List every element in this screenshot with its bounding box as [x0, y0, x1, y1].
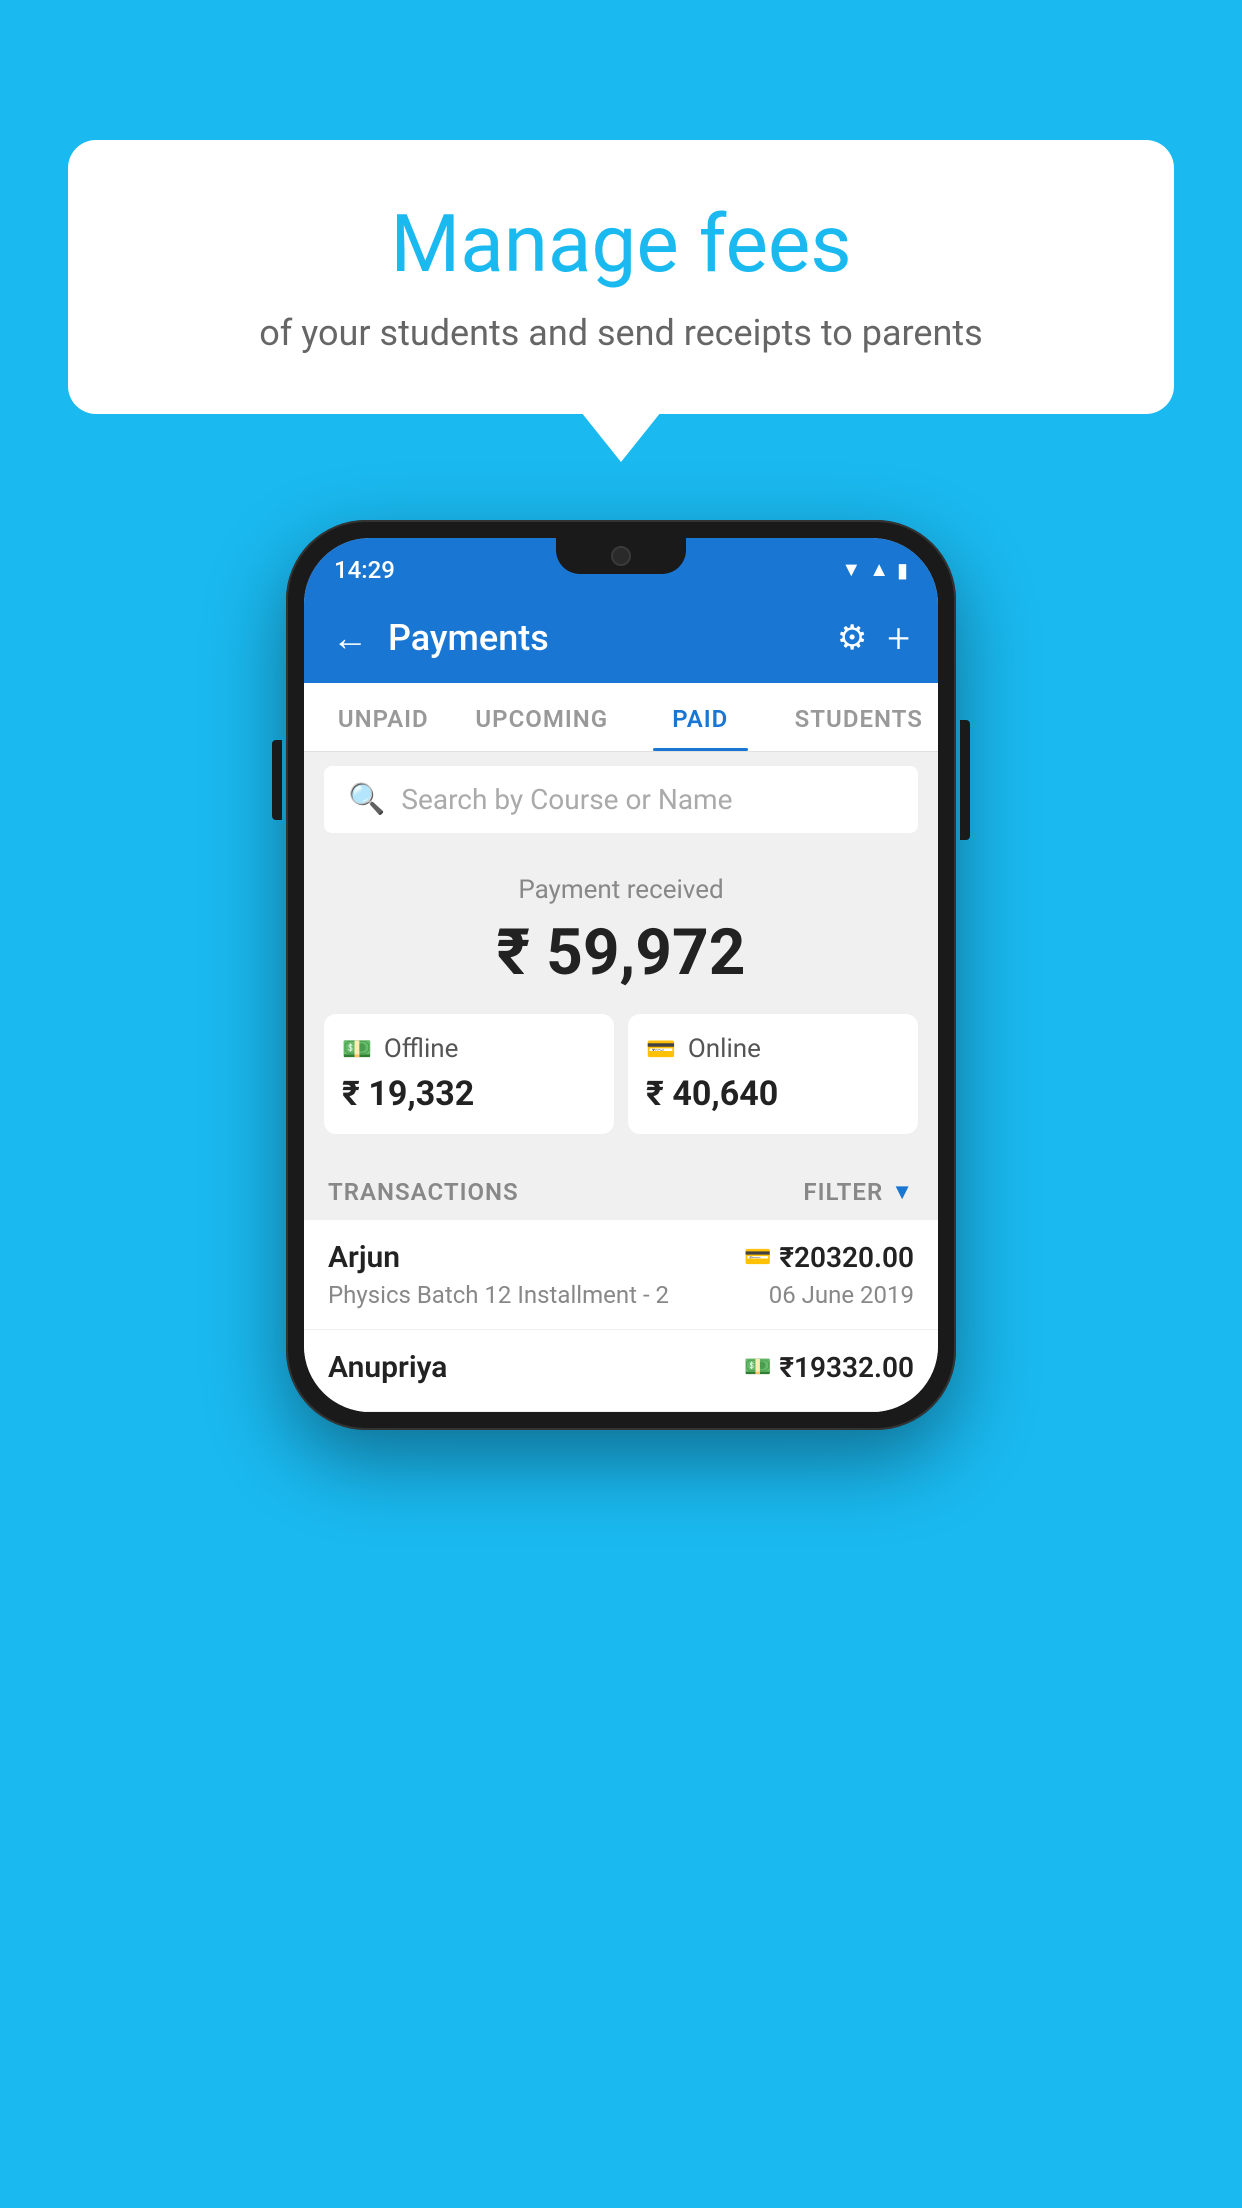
back-button[interactable]: ← [332, 617, 368, 659]
transactions-header: TRANSACTIONS FILTER ▼ [304, 1158, 938, 1220]
phone-mockup: 14:29 ▼ ▲ ▮ ← Payments ⚙ + UNPAID [286, 520, 956, 1430]
transaction-row-top: Arjun 💳 ₹20320.00 [328, 1240, 914, 1275]
payment-total-amount: ₹ 59,972 [324, 915, 918, 990]
transaction-date: 06 June 2019 [769, 1281, 914, 1309]
add-button[interactable]: + [887, 615, 910, 662]
signal-icon: ▲ [869, 557, 889, 582]
online-label: Online [688, 1034, 761, 1064]
offline-amount: ₹ 19,332 [342, 1074, 596, 1114]
payment-received-label: Payment received [324, 875, 918, 905]
transaction-amount: 💵 ₹19332.00 [744, 1351, 914, 1384]
payment-cards: 💵 Offline ₹ 19,332 💳 Online ₹ 40,640 [324, 1014, 918, 1134]
transaction-amount: 💳 ₹20320.00 [744, 1241, 914, 1274]
header-title: Payments [388, 617, 817, 659]
transactions-label: TRANSACTIONS [328, 1178, 519, 1206]
tab-upcoming[interactable]: UPCOMING [463, 683, 622, 751]
search-box[interactable]: 🔍 Search by Course or Name [324, 766, 918, 833]
online-card: 💳 Online ₹ 40,640 [628, 1014, 918, 1134]
transaction-row[interactable]: Arjun 💳 ₹20320.00 Physics Batch 12 Insta… [304, 1220, 938, 1330]
online-card-header: 💳 Online [646, 1034, 900, 1064]
phone-screen: 14:29 ▼ ▲ ▮ ← Payments ⚙ + UNPAID [304, 538, 938, 1412]
offline-label: Offline [384, 1034, 459, 1064]
offline-card: 💵 Offline ₹ 19,332 [324, 1014, 614, 1134]
settings-button[interactable]: ⚙ [837, 618, 867, 658]
transaction-name: Arjun [328, 1240, 400, 1275]
bubble-title: Manage fees [128, 200, 1114, 288]
search-section: 🔍 Search by Course or Name [304, 752, 938, 847]
cash-payment-icon: 💵 [744, 1355, 771, 1380]
online-amount: ₹ 40,640 [646, 1074, 900, 1114]
transaction-course: Physics Batch 12 Installment - 2 [328, 1281, 669, 1309]
search-input[interactable]: Search by Course or Name [401, 783, 732, 816]
speech-bubble: Manage fees of your students and send re… [68, 140, 1174, 414]
tab-unpaid[interactable]: UNPAID [304, 683, 463, 751]
card-payment-icon: 💳 [744, 1245, 771, 1270]
transaction-row-top: Anupriya 💵 ₹19332.00 [328, 1350, 914, 1385]
transaction-row[interactable]: Anupriya 💵 ₹19332.00 [304, 1330, 938, 1412]
tab-paid[interactable]: PAID [621, 683, 780, 751]
phone-notch [556, 538, 686, 574]
filter-icon: ▼ [891, 1179, 914, 1205]
wifi-icon: ▼ [841, 557, 861, 582]
app-header: ← Payments ⚙ + [304, 593, 938, 683]
status-time: 14:29 [334, 556, 395, 584]
speech-bubble-section: Manage fees of your students and send re… [68, 140, 1174, 414]
tabs-bar: UNPAID UPCOMING PAID STUDENTS [304, 683, 938, 752]
card-icon: 💳 [646, 1035, 676, 1063]
front-camera [611, 546, 631, 566]
offline-card-header: 💵 Offline [342, 1034, 596, 1064]
transaction-row-bottom: Physics Batch 12 Installment - 2 06 June… [328, 1281, 914, 1309]
transaction-name: Anupriya [328, 1350, 447, 1385]
battery-icon: ▮ [897, 558, 908, 582]
tab-students[interactable]: STUDENTS [780, 683, 939, 751]
filter-button[interactable]: FILTER ▼ [803, 1178, 914, 1206]
status-icons: ▼ ▲ ▮ [841, 557, 908, 582]
payment-summary: Payment received ₹ 59,972 💵 Offline ₹ 19… [304, 847, 938, 1158]
bubble-subtitle: of your students and send receipts to pa… [128, 312, 1114, 354]
search-icon: 🔍 [348, 782, 385, 817]
cash-icon: 💵 [342, 1035, 372, 1063]
phone-outer: 14:29 ▼ ▲ ▮ ← Payments ⚙ + UNPAID [286, 520, 956, 1430]
